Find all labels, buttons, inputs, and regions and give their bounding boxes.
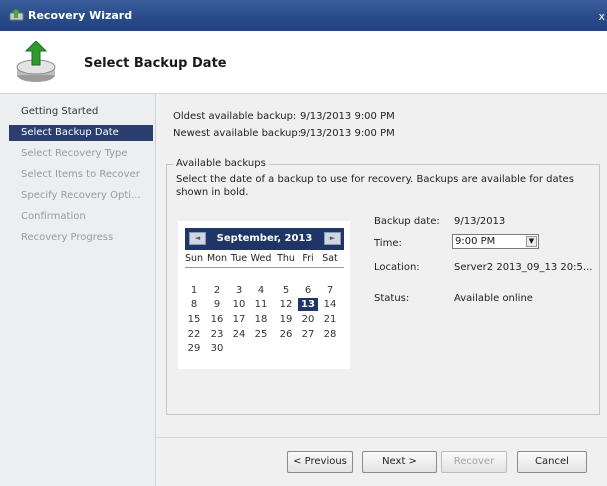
oldest-backup-label: Oldest available backup: (173, 111, 297, 122)
title-bar: Recovery Wizard x (0, 0, 607, 31)
calendar-weekday: Tue (230, 253, 248, 264)
calendar-day[interactable]: 28 (320, 328, 340, 341)
calendar-day[interactable]: 11 (251, 298, 271, 311)
calendar-day[interactable]: 14 (320, 298, 340, 311)
recovery-wizard-icon (9, 9, 24, 21)
calendar-day[interactable]: 17 (229, 313, 249, 326)
nav-step-specify-options: Specify Recovery Opti... (21, 190, 141, 201)
nav-step-confirmation: Confirmation (21, 211, 86, 222)
time-dropdown-value: 9:00 PM (455, 236, 496, 247)
close-icon[interactable]: x (598, 10, 605, 23)
chevron-down-icon[interactable]: ▼ (526, 236, 537, 247)
calendar-day[interactable]: 20 (298, 313, 318, 326)
page-title: Select Backup Date (84, 56, 227, 71)
nav-step-select-recovery-type: Select Recovery Type (21, 148, 128, 159)
backup-restore-icon (16, 41, 56, 82)
status-label: Status: (374, 293, 410, 304)
backup-date-label: Backup date: (374, 216, 440, 227)
calendar-day[interactable]: 15 (184, 313, 204, 326)
calendar-day[interactable]: 18 (251, 313, 271, 326)
backup-calendar[interactable]: ◄ September, 2013 ► Sun Mon Tue Wed Thu Fri Sa… (178, 221, 350, 369)
location-value: Server2 2013_09_13 20:5... (454, 262, 593, 273)
calendar-day[interactable]: 2 (207, 284, 227, 297)
calendar-day[interactable]: 21 (320, 313, 340, 326)
calendar-day[interactable]: 9 (207, 298, 227, 311)
next-month-button[interactable]: ► (324, 232, 341, 245)
calendar-weekday: Mon (206, 253, 228, 264)
previous-button[interactable]: < Previous (287, 451, 353, 473)
calendar-day[interactable]: 10 (229, 298, 249, 311)
time-label: Time: (374, 238, 402, 249)
nav-step-recovery-progress: Recovery Progress (21, 232, 114, 243)
calendar-day[interactable]: 30 (207, 342, 227, 355)
calendar-day[interactable]: 12 (276, 298, 296, 311)
calendar-day[interactable]: 26 (276, 328, 296, 341)
calendar-month-label: September, 2013 (216, 233, 313, 244)
calendar-weekday: Sat (322, 253, 338, 264)
calendar-day[interactable]: 27 (298, 328, 318, 341)
newest-backup-value: 9/13/2013 9:00 PM (300, 128, 395, 139)
calendar-day[interactable]: 16 (207, 313, 227, 326)
recover-button[interactable]: Recover (441, 451, 507, 473)
calendar-day[interactable]: 13 (298, 298, 318, 311)
calendar-day[interactable]: 6 (298, 284, 318, 297)
oldest-backup-value: 9/13/2013 9:00 PM (300, 111, 395, 122)
calendar-weekday: Thu (277, 253, 295, 264)
time-dropdown[interactable]: 9:00 PM ▼ (452, 234, 539, 249)
calendar-day[interactable]: 3 (229, 284, 249, 297)
nav-step-select-items: Select Items to Recover (21, 169, 140, 180)
calendar-day[interactable]: 24 (229, 328, 249, 341)
available-backups-description: Select the date of a backup to use for r… (176, 174, 574, 198)
newest-backup-label: Newest available backup: (173, 128, 302, 139)
location-label: Location: (374, 262, 420, 273)
calendar-weekday: Fri (302, 253, 314, 264)
next-button[interactable]: Next > (362, 451, 437, 473)
backup-date-value: 9/13/2013 (454, 216, 506, 227)
footer-divider (156, 437, 607, 438)
calendar-day[interactable]: 19 (276, 313, 296, 326)
status-value: Available online (454, 293, 533, 304)
calendar-day[interactable]: 23 (207, 328, 227, 341)
calendar-day[interactable]: 1 (184, 284, 204, 297)
calendar-weekday: Wed (250, 253, 272, 264)
cancel-button[interactable]: Cancel (517, 451, 587, 473)
calendar-weekday: Sun (184, 253, 204, 264)
window-title: Recovery Wizard (28, 9, 133, 22)
available-backups-legend: Available backups (173, 158, 269, 169)
calendar-day[interactable]: 25 (251, 328, 271, 341)
calendar-divider (185, 267, 344, 268)
wizard-header: Select Backup Date (0, 31, 607, 94)
calendar-day[interactable]: 4 (251, 284, 271, 297)
calendar-day[interactable]: 7 (320, 284, 340, 297)
nav-step-select-backup-date[interactable]: Select Backup Date (9, 125, 153, 141)
calendar-day[interactable]: 29 (184, 342, 204, 355)
calendar-day[interactable]: 8 (184, 298, 204, 311)
wizard-steps-nav: Getting Started Select Backup Date Selec… (0, 94, 156, 486)
calendar-header: ◄ September, 2013 ► (185, 228, 344, 250)
nav-step-getting-started[interactable]: Getting Started (9, 104, 153, 120)
calendar-day[interactable]: 5 (276, 284, 296, 297)
calendar-day[interactable]: 22 (184, 328, 204, 341)
